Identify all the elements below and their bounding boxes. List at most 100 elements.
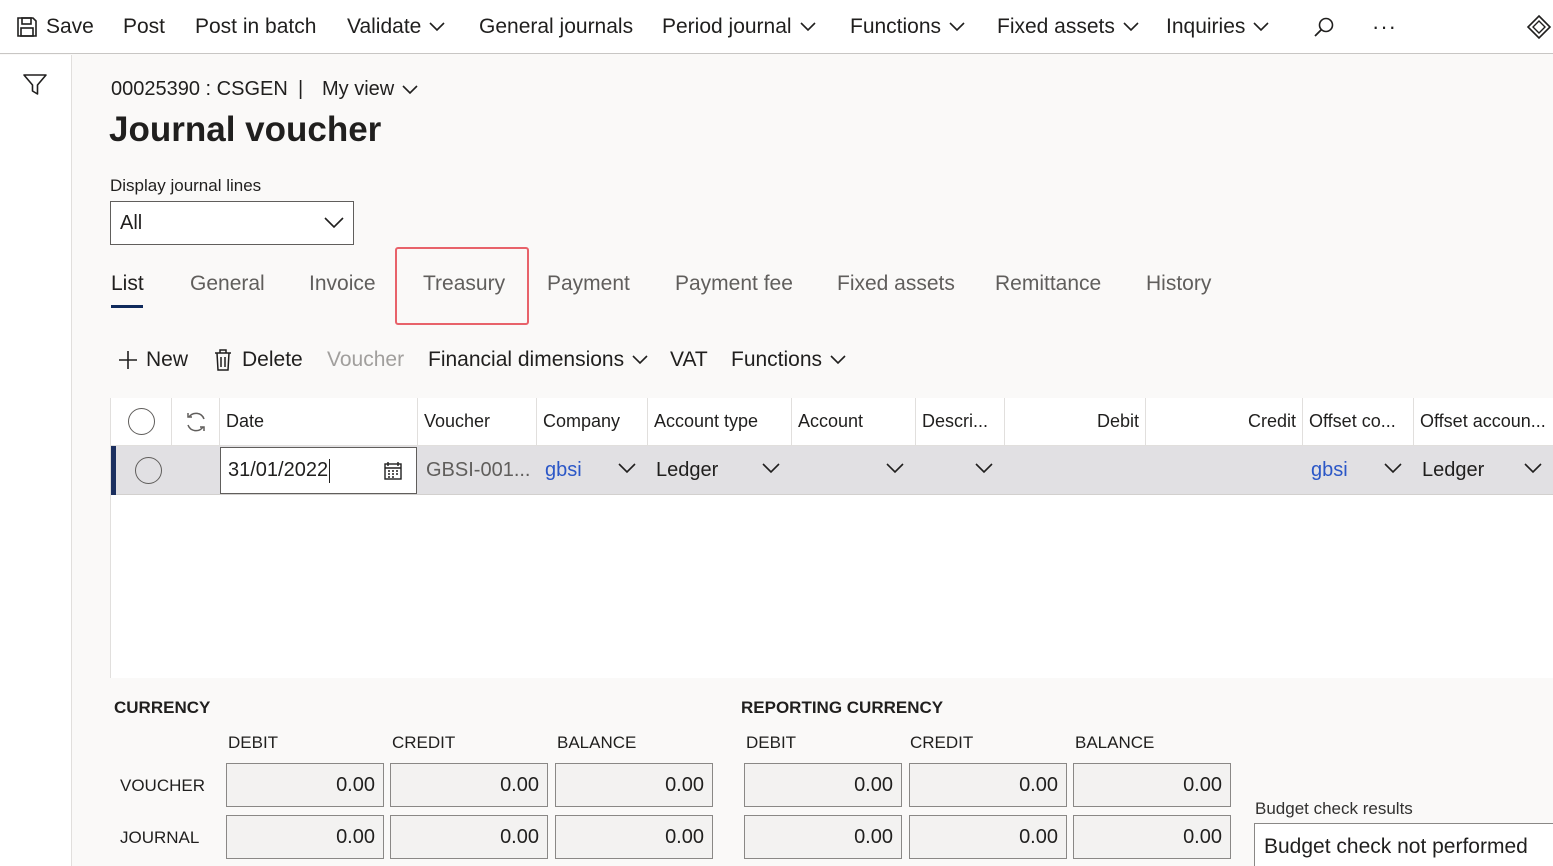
text-caret	[329, 458, 331, 483]
column-header-account-type-label: Account type	[654, 411, 759, 431]
fixed-assets-label: Fixed assets	[997, 15, 1115, 38]
company-cell[interactable]: gbsi	[537, 446, 648, 495]
period-journal-label: Period journal	[662, 15, 792, 38]
chevron-down-icon[interactable]	[762, 463, 780, 474]
column-header-account-type[interactable]: Account type	[648, 398, 792, 446]
offset-company-cell[interactable]: gbsi	[1303, 446, 1414, 495]
reporting-credit-header: CREDIT	[910, 733, 974, 752]
calendar-icon[interactable]	[384, 462, 402, 480]
row-checkbox[interactable]	[135, 457, 162, 484]
column-header-company[interactable]: Company	[537, 398, 648, 446]
chevron-down-icon[interactable]	[1384, 463, 1402, 474]
view-label: My view	[322, 78, 395, 100]
delete-button[interactable]: Delete	[214, 348, 303, 372]
journal-lines-grid: Date Voucher Company Account type Accoun…	[110, 398, 1553, 678]
financial-dimensions-label: Financial dimensions	[428, 348, 625, 371]
column-header-date[interactable]: Date	[220, 398, 418, 446]
column-header-offset-account-type-label: Offset accoun...	[1420, 411, 1546, 431]
column-header-account[interactable]: Account	[792, 398, 916, 446]
refresh-header	[172, 398, 220, 446]
column-header-offset-account-type[interactable]: Offset accoun...	[1414, 398, 1553, 446]
post-button[interactable]: Post	[123, 0, 165, 54]
active-tab-indicator	[111, 305, 143, 308]
reporting-currency-section-title: REPORTING CURRENCY	[741, 698, 944, 717]
reporting-balance-header: BALANCE	[1075, 733, 1155, 752]
credit-cell[interactable]	[1146, 446, 1303, 495]
account-type-cell[interactable]: Ledger	[648, 446, 792, 495]
offset-account-type-cell[interactable]: Ledger	[1414, 446, 1553, 495]
display-journal-lines-select[interactable]: All	[110, 201, 354, 245]
functions-menu[interactable]: Functions	[850, 0, 965, 54]
budget-check-value: Budget check not performed	[1264, 835, 1528, 858]
chevron-down-icon[interactable]	[975, 463, 993, 474]
column-header-voucher-label: Voucher	[424, 411, 491, 431]
account-cell[interactable]	[792, 446, 916, 495]
post-in-batch-button[interactable]: Post in batch	[195, 0, 316, 54]
tab-invoice[interactable]: Invoice	[309, 272, 376, 296]
chevron-down-icon	[429, 22, 445, 32]
chevron-down-icon	[830, 355, 846, 365]
grid-functions-menu[interactable]: Functions	[731, 348, 846, 372]
tab-general[interactable]: General	[190, 272, 265, 296]
currency-balance-header: BALANCE	[557, 733, 637, 752]
chevron-down-icon[interactable]	[886, 463, 904, 474]
currency-journal-debit: 0.00	[226, 815, 384, 859]
inquiries-menu[interactable]: Inquiries	[1166, 0, 1269, 54]
tab-payment[interactable]: Payment	[547, 272, 630, 296]
chevron-down-icon	[800, 22, 816, 32]
description-cell[interactable]	[916, 446, 1005, 495]
select-all-header	[111, 398, 172, 446]
currency-voucher-credit: 0.00	[390, 763, 548, 807]
tab-fixed-assets[interactable]: Fixed assets	[837, 272, 955, 296]
refresh-icon[interactable]	[184, 410, 208, 434]
offset-company-link[interactable]: gbsi	[1311, 459, 1348, 482]
voucher-button[interactable]: Voucher	[327, 348, 404, 372]
table-row[interactable]: 31/01/2022 GBSI-001... gbsi Ledger gbsi …	[111, 446, 1553, 495]
tab-payment-fee[interactable]: Payment fee	[675, 272, 793, 296]
validate-menu[interactable]: Validate	[347, 0, 445, 54]
column-header-credit[interactable]: Credit	[1146, 398, 1303, 446]
column-header-offset-company[interactable]: Offset co...	[1303, 398, 1414, 446]
date-input[interactable]: 31/01/2022	[220, 447, 417, 494]
trash-icon	[215, 349, 231, 371]
new-button[interactable]: New	[118, 348, 188, 372]
period-journal-menu[interactable]: Period journal	[662, 0, 816, 54]
voucher-cell[interactable]: GBSI-001...	[418, 446, 537, 495]
column-header-voucher[interactable]: Voucher	[418, 398, 537, 446]
debit-cell[interactable]	[1005, 446, 1146, 495]
chevron-down-icon[interactable]	[1524, 463, 1542, 474]
reporting-voucher-credit: 0.00	[909, 763, 1067, 807]
row-select-cell	[127, 446, 172, 495]
chevron-down-icon	[632, 355, 648, 365]
more-options-button[interactable]: ···	[1372, 0, 1397, 54]
column-header-description[interactable]: Descri...	[916, 398, 1005, 446]
validate-label: Validate	[347, 15, 422, 38]
general-journals-button[interactable]: General journals	[479, 0, 633, 54]
post-label: Post	[123, 15, 166, 38]
financial-dimensions-menu[interactable]: Financial dimensions	[428, 348, 648, 372]
reporting-debit-header: DEBIT	[746, 733, 797, 752]
column-header-debit[interactable]: Debit	[1005, 398, 1146, 446]
company-link[interactable]: gbsi	[545, 459, 582, 482]
tab-list[interactable]: List	[111, 272, 144, 296]
search-button[interactable]	[1313, 0, 1335, 54]
column-header-company-label: Company	[543, 411, 621, 431]
chevron-down-icon[interactable]	[618, 463, 636, 474]
more-label: ···	[1372, 14, 1397, 39]
save-label: Save	[46, 15, 94, 38]
vat-button[interactable]: VAT	[670, 348, 708, 372]
column-header-description-label: Descri...	[922, 411, 989, 431]
column-header-account-label: Account	[798, 411, 864, 431]
general-journals-label: General journals	[479, 15, 634, 38]
fixed-assets-menu[interactable]: Fixed assets	[997, 0, 1139, 54]
save-button[interactable]: Save	[16, 0, 94, 54]
select-all-checkbox[interactable]	[127, 408, 155, 435]
tab-history[interactable]: History	[1146, 272, 1211, 296]
filter-button[interactable]	[22, 72, 48, 103]
tab-remittance[interactable]: Remittance	[995, 272, 1101, 296]
office-addin-button[interactable]	[1526, 0, 1552, 54]
save-icon	[17, 17, 37, 37]
voucher-value: GBSI-001...	[426, 459, 531, 481]
view-selector[interactable]: My view	[322, 78, 418, 101]
inquiries-label: Inquiries	[1166, 15, 1246, 38]
